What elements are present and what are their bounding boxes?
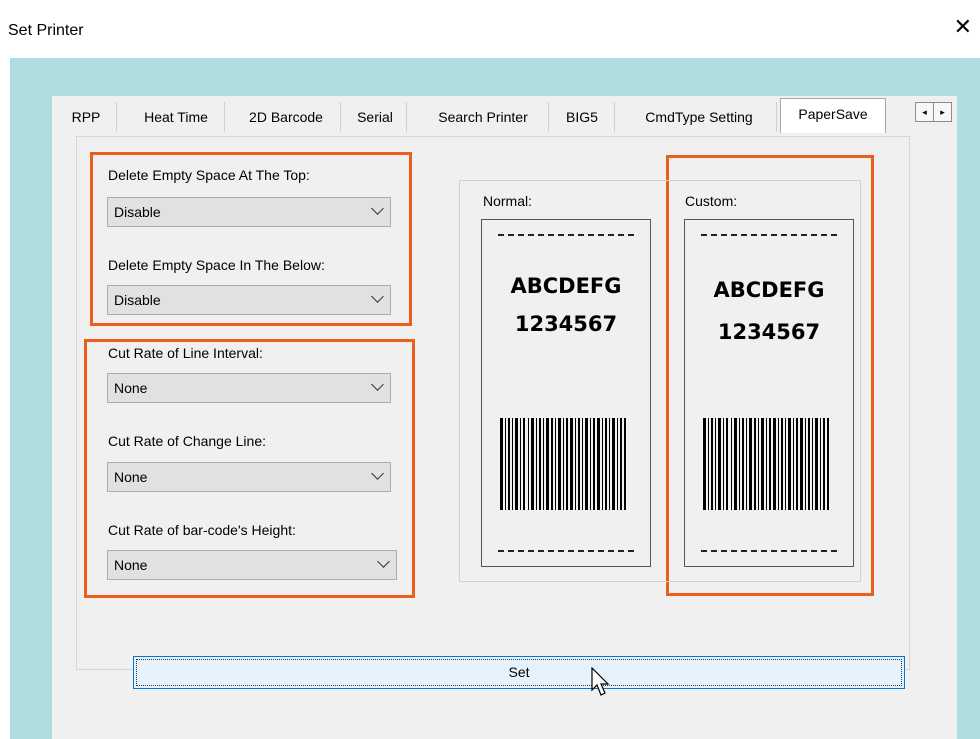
barcode-height-value: None: [114, 557, 148, 573]
chevron-down-icon: [371, 378, 384, 391]
tab-panel: RPP Heat Time 2D Barcode Serial Search P…: [52, 96, 957, 739]
below-space-select[interactable]: Disable: [107, 285, 391, 315]
line-interval-select[interactable]: None: [107, 373, 391, 403]
scroll-left-icon[interactable]: ◂: [915, 102, 934, 122]
set-button[interactable]: Set: [133, 656, 905, 689]
below-space-value: Disable: [114, 292, 161, 308]
change-line-label: Cut Rate of Change Line:: [108, 433, 266, 449]
receipt-tear-line: [701, 550, 837, 552]
scroll-right-icon[interactable]: ▸: [933, 102, 952, 122]
receipt-tear-line: [498, 550, 634, 552]
normal-preview-text-2: 1234567: [514, 312, 618, 336]
window-title: Set Printer: [8, 22, 84, 39]
papersave-page: Delete Empty Space At The Top: Disable D…: [76, 136, 910, 696]
chevron-down-icon: [371, 202, 384, 215]
custom-preview-text-1: ABCDEFG: [713, 278, 825, 302]
receipt-tear-line: [498, 234, 634, 236]
mouse-cursor-icon: [591, 667, 610, 696]
custom-receipt-preview: ABCDEFG 1234567: [684, 219, 854, 567]
tab-papersave[interactable]: PaperSave: [780, 98, 886, 133]
below-space-label: Delete Empty Space In The Below:: [108, 257, 325, 273]
normal-preview-text-1: ABCDEFG: [510, 274, 622, 298]
change-line-value: None: [114, 469, 148, 485]
tab-2d-barcode[interactable]: 2D Barcode: [232, 102, 341, 132]
normal-preview-label: Normal:: [483, 193, 533, 209]
chevron-down-icon: [371, 290, 384, 303]
normal-receipt-preview: ABCDEFG 1234567: [481, 219, 651, 567]
custom-preview-label: Custom:: [685, 193, 738, 209]
line-interval-label: Cut Rate of Line Interval:: [108, 345, 263, 361]
tab-serial[interactable]: Serial: [344, 102, 407, 132]
focus-rectangle: [136, 659, 902, 686]
barcode-height-label: Cut Rate of bar-code's Height:: [108, 522, 296, 538]
chevron-down-icon: [371, 467, 384, 480]
change-line-select[interactable]: None: [107, 462, 391, 492]
top-space-value: Disable: [114, 204, 161, 220]
chevron-down-icon: [377, 555, 390, 568]
top-space-label: Delete Empty Space At The Top:: [108, 167, 310, 183]
custom-preview-text-2: 1234567: [717, 320, 821, 344]
close-icon[interactable]: ✕: [954, 16, 972, 38]
top-space-select[interactable]: Disable: [107, 197, 391, 227]
tab-big5[interactable]: BIG5: [550, 102, 615, 132]
tab-heat-time[interactable]: Heat Time: [128, 102, 225, 132]
barcode-image: [500, 418, 626, 510]
tab-search-printer[interactable]: Search Printer: [418, 102, 549, 132]
barcode-image: [703, 418, 829, 510]
barcode-height-select[interactable]: None: [107, 550, 397, 580]
line-interval-value: None: [114, 380, 148, 396]
tab-cmdtype-setting[interactable]: CmdType Setting: [622, 102, 777, 132]
tab-strip: RPP Heat Time 2D Barcode Serial Search P…: [52, 96, 957, 133]
tab-scroll-buttons: ◂ ▸: [915, 102, 952, 122]
title-bar: Set Printer ✕: [0, 0, 980, 58]
receipt-tear-line: [701, 234, 837, 236]
tab-rpp[interactable]: RPP: [56, 102, 117, 132]
